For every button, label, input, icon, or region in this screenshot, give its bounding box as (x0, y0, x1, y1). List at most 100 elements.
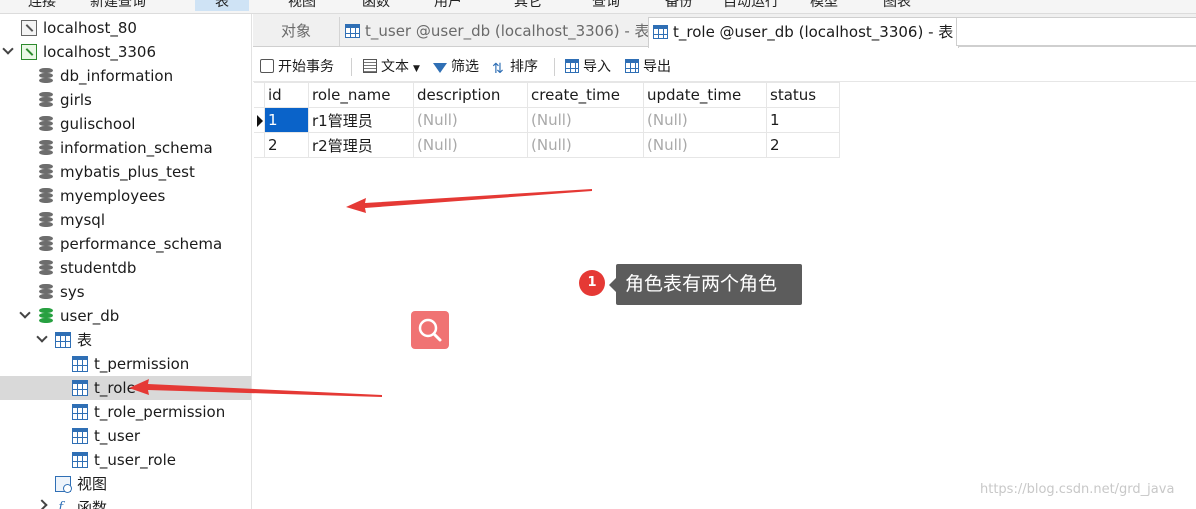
tree-item-views-folder[interactable]: 视图 (0, 472, 251, 496)
floating-search-button[interactable] (411, 311, 449, 349)
tree-item-label: t_permission (94, 355, 190, 373)
grid-cell[interactable]: r1管理员 (308, 107, 414, 133)
column-header-status[interactable]: status (766, 82, 840, 108)
export-icon (625, 59, 639, 73)
tree-item-gulischool[interactable]: gulischool (0, 112, 251, 136)
database-icon (39, 140, 53, 156)
navigation-tree: localhost_80 localhost_3306 db_informati… (0, 14, 252, 509)
data-grid: id role_name description create_time upd… (254, 82, 840, 158)
tree-item-mysql[interactable]: mysql (0, 208, 251, 232)
menu-functions[interactable]: 函数 (362, 0, 390, 11)
tree-item-t-user-role[interactable]: t_user_role (0, 448, 251, 472)
database-icon (39, 236, 53, 252)
tree-item-mybatis-plus-test[interactable]: mybatis_plus_test (0, 160, 251, 184)
tree-item-label: 表 (77, 331, 93, 349)
annotation-number-badge: 1 (579, 270, 605, 296)
grid-cell[interactable]: (Null) (527, 107, 644, 133)
current-row-marker (254, 107, 265, 133)
tree-item-label: db_information (60, 67, 174, 85)
column-header-description[interactable]: description (413, 82, 528, 108)
menu-backup[interactable]: 备份 (665, 0, 693, 11)
main-menu-bar: 连接 新建查询 表 视图 函数 用户 其它 查询 备份 自动运行 模型 图表 (0, 0, 1196, 14)
tree-item-label: user_db (60, 307, 120, 325)
tab-label: t_role @user_db (localhost_3306) - 表 (673, 23, 954, 41)
row-marker (254, 132, 265, 158)
sort-button[interactable]: ⇅ 排序 (492, 55, 538, 79)
text-view-label: 文本 (381, 59, 409, 75)
dropdown-arrow-icon[interactable]: ▼ (413, 64, 420, 74)
text-view-button[interactable]: 文本 ▼ (363, 55, 420, 79)
database-icon (39, 188, 53, 204)
tab-objects[interactable]: 对象 (253, 17, 340, 46)
tree-item-tables-folder[interactable]: 表 (0, 328, 251, 352)
column-header-update-time[interactable]: update_time (643, 82, 767, 108)
tree-item-functions-folder[interactable]: fx 函数 (0, 496, 251, 509)
connection-icon (21, 20, 37, 36)
menu-connect[interactable]: 连接 (28, 0, 56, 11)
function-icon: fx (58, 500, 67, 509)
tree-item-t-user[interactable]: t_user (0, 424, 251, 448)
tree-item-label: myemployees (60, 187, 166, 205)
menu-other[interactable]: 其它 (514, 0, 542, 11)
views-icon (55, 476, 72, 493)
table-row[interactable]: 1 r1管理员 (Null) (Null) (Null) 1 (254, 107, 840, 133)
menu-views[interactable]: 视图 (288, 0, 316, 11)
menu-automation[interactable]: 自动运行 (723, 0, 779, 11)
import-button[interactable]: 导入 (565, 55, 611, 79)
grid-cell[interactable]: 1 (264, 107, 309, 133)
database-icon (39, 92, 53, 108)
filter-button[interactable]: 筛选 (433, 55, 479, 79)
grid-cell[interactable]: (Null) (527, 132, 644, 158)
begin-transaction-button[interactable]: 开始事务 (260, 55, 334, 79)
tree-item-label: t_role (94, 379, 136, 397)
grid-cell[interactable]: (Null) (643, 132, 767, 158)
grid-cell[interactable]: (Null) (413, 107, 528, 133)
column-header-id[interactable]: id (264, 82, 309, 108)
database-icon (39, 284, 53, 300)
column-header-create-time[interactable]: create_time (527, 82, 644, 108)
tree-item-performance-schema[interactable]: performance_schema (0, 232, 251, 256)
column-header-role-name[interactable]: role_name (308, 82, 414, 108)
tree-item-localhost-80[interactable]: localhost_80 (0, 16, 251, 40)
tree-item-db-information[interactable]: db_information (0, 64, 251, 88)
tree-item-t-permission[interactable]: t_permission (0, 352, 251, 376)
grid-cell[interactable]: (Null) (643, 107, 767, 133)
chevron-down-icon[interactable] (2, 43, 14, 55)
tree-item-information-schema[interactable]: information_schema (0, 136, 251, 160)
grid-cell[interactable]: 1 (766, 107, 840, 133)
tree-item-t-role-permission[interactable]: t_role_permission (0, 400, 251, 424)
chevron-down-icon[interactable] (19, 307, 31, 319)
menu-charts[interactable]: 图表 (883, 0, 911, 11)
tab-bar: 对象 t_user @user_db (localhost_3306) - 表 … (253, 14, 1196, 48)
tree-item-label: studentdb (60, 259, 137, 277)
grid-cell[interactable]: r2管理员 (308, 132, 414, 158)
chevron-down-icon[interactable] (36, 331, 48, 343)
tree-item-girls[interactable]: girls (0, 88, 251, 112)
menu-query[interactable]: 查询 (592, 0, 620, 11)
database-icon (39, 260, 53, 276)
table-row[interactable]: 2 r2管理员 (Null) (Null) (Null) 2 (254, 132, 840, 158)
database-icon (39, 212, 53, 228)
tree-item-user-db[interactable]: user_db (0, 304, 251, 328)
tree-item-t-role[interactable]: t_role (0, 376, 251, 400)
sort-label: 排序 (510, 59, 538, 75)
tree-item-label: localhost_80 (43, 19, 137, 37)
tree-item-label: mybatis_plus_test (60, 163, 195, 181)
export-button[interactable]: 导出 (625, 55, 671, 79)
tree-item-studentdb[interactable]: studentdb (0, 256, 251, 280)
menu-tables[interactable]: 表 (195, 0, 249, 11)
tree-item-sys[interactable]: sys (0, 280, 251, 304)
tree-item-myemployees[interactable]: myemployees (0, 184, 251, 208)
grid-cell[interactable]: (Null) (413, 132, 528, 158)
toolbar-divider (554, 58, 555, 76)
grid-cell[interactable]: 2 (766, 132, 840, 158)
tree-item-label: t_user (94, 427, 141, 445)
grid-cell[interactable]: 2 (264, 132, 309, 158)
menu-model[interactable]: 模型 (810, 0, 838, 11)
menu-new-query[interactable]: 新建查询 (90, 0, 146, 11)
tab-t-role[interactable]: t_role @user_db (localhost_3306) - 表 (648, 17, 959, 48)
tree-item-localhost-3306[interactable]: localhost_3306 (0, 40, 251, 64)
tab-t-user[interactable]: t_user @user_db (localhost_3306) - 表 (341, 17, 651, 46)
chevron-right-icon[interactable] (36, 499, 48, 509)
menu-users[interactable]: 用户 (434, 0, 462, 11)
